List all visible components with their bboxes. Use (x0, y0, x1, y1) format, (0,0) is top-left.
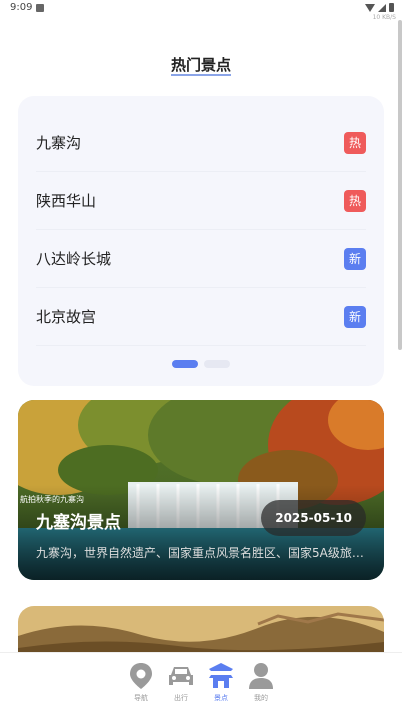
tab-label: 景点 (214, 694, 228, 702)
hot-badge: 热 (344, 131, 366, 154)
indicator-dot[interactable] (204, 360, 230, 368)
hot-list-item[interactable]: 北京故宫 新 (36, 288, 366, 346)
person-icon (249, 663, 273, 689)
battery-icon (389, 3, 394, 12)
status-bar: 9:09 10 KB/S (0, 0, 402, 21)
page-title: 热门景点 (170, 56, 231, 76)
tab-label: 我的 (254, 694, 268, 702)
signal-icon (378, 3, 386, 12)
new-badge: 新 (344, 247, 366, 270)
status-icons (365, 3, 394, 12)
hot-item-name: 陕西华山 (36, 192, 97, 210)
hot-list-carousel[interactable]: 九寨沟 热 陕西华山 热 八达岭长城 新 北京故宫 新 (18, 96, 384, 386)
carousel-indicator (18, 360, 384, 368)
feature-date-badge: 2025-05-10 (261, 500, 366, 536)
wifi-icon (365, 3, 375, 12)
feature-title: 九塞沟景点 (36, 513, 121, 533)
feature-image-caption: 航拍秋季的九寨沟 (20, 495, 84, 504)
tab-label: 导航 (134, 694, 148, 702)
hot-badge: 热 (344, 189, 366, 212)
hot-list-item[interactable]: 陕西华山 热 (36, 172, 366, 230)
tab-label: 出行 (174, 694, 188, 702)
hot-list-item[interactable]: 九寨沟 热 (36, 114, 366, 172)
tab-navigation[interactable]: 导航 (124, 653, 158, 716)
network-speed: 10 KB/S (372, 14, 396, 21)
notification-icon (36, 4, 44, 12)
status-time: 9:09 (10, 2, 33, 13)
pavilion-icon (209, 663, 233, 688)
hot-list-item[interactable]: 八达岭长城 新 (36, 230, 366, 288)
location-pin-icon (130, 663, 152, 689)
car-icon (169, 667, 193, 685)
tab-travel[interactable]: 出行 (164, 653, 198, 716)
tab-attractions[interactable]: 景点 (204, 653, 238, 716)
tab-profile[interactable]: 我的 (244, 653, 278, 716)
feature-card[interactable]: 航拍秋季的九寨沟 九塞沟景点 2025-05-10 九寨沟，世界自然遗产、国家重… (18, 400, 384, 580)
hot-item-name: 九寨沟 (36, 134, 82, 152)
feature-description: 九寨沟，世界自然遗产、国家重点风景名胜区、国家5A级旅游景区 (36, 546, 366, 560)
bottom-tab-bar: 导航 出行 景点 我的 (0, 652, 402, 716)
hot-item-name: 北京故宫 (36, 308, 97, 326)
indicator-dot-active[interactable] (172, 360, 198, 368)
hot-item-name: 八达岭长城 (36, 250, 112, 268)
new-badge: 新 (344, 305, 366, 328)
